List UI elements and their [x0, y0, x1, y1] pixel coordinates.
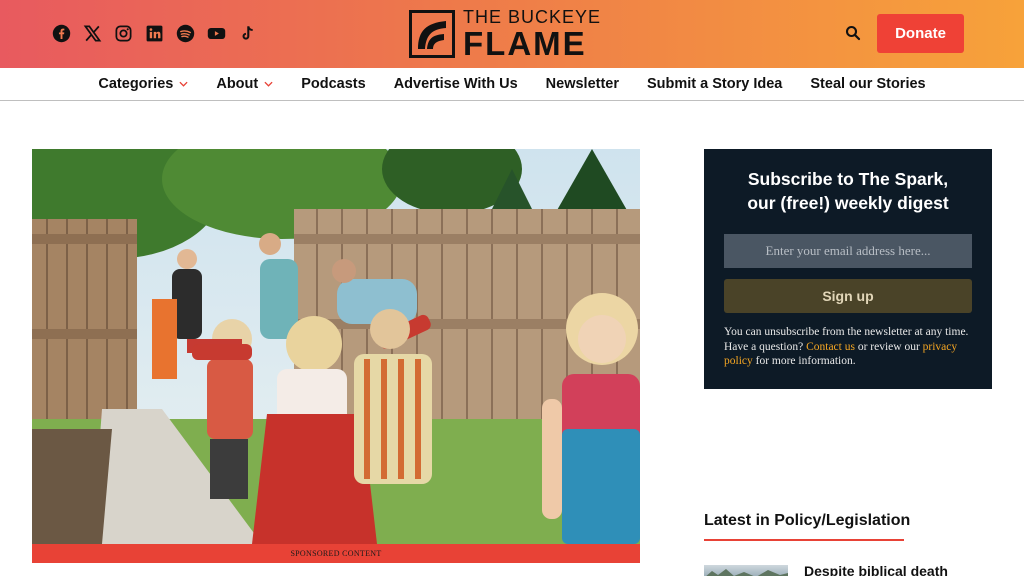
nav-item-label: Advertise With Us: [393, 76, 518, 92]
latest-section-title: Latest in Policy/Legislation: [704, 512, 911, 529]
x-icon[interactable]: [83, 24, 102, 43]
search-icon[interactable]: [844, 24, 862, 42]
newsletter-title-line1: Subscribe to The Spark,: [747, 169, 949, 189]
chevron-down-icon: [179, 81, 188, 87]
nav-item-podcasts[interactable]: Podcasts: [301, 76, 365, 92]
email-field[interactable]: [724, 234, 972, 268]
flame-logo-icon: [409, 10, 455, 58]
newsletter-title: Subscribe to The Spark, our (free!) week…: [704, 167, 992, 215]
nav-item-label: Categories: [98, 76, 174, 92]
brand-wordmark: THE BUCKEYE FLAME: [463, 8, 601, 60]
brand-top-text: THE BUCKEYE: [463, 7, 602, 27]
youtube-icon[interactable]: [207, 24, 226, 43]
sponsored-content-bar: SPONSORED CONTENT: [32, 544, 640, 563]
note-text-3: for more information.: [752, 355, 856, 367]
instagram-icon[interactable]: [114, 24, 133, 43]
spotify-icon[interactable]: [176, 24, 195, 43]
chevron-down-icon: [264, 81, 273, 87]
nav-item-label: About: [216, 76, 259, 92]
nav-item-label: Submit a Story Idea: [647, 76, 783, 92]
newsletter-title-line2: our (free!) weekly digest: [747, 193, 949, 213]
main-nav: Categories About Podcasts Advertise With…: [0, 68, 1024, 101]
donate-button[interactable]: Donate: [877, 14, 964, 53]
facebook-icon[interactable]: [52, 24, 71, 43]
nav-item-label: Podcasts: [301, 76, 366, 92]
nav-item-advertise[interactable]: Advertise With Us: [394, 76, 518, 92]
article-thumbnail[interactable]: [704, 565, 788, 576]
site-logo[interactable]: THE BUCKEYE FLAME: [409, 8, 603, 60]
nav-item-categories[interactable]: Categories: [98, 76, 188, 92]
contact-us-link[interactable]: Contact us: [806, 341, 855, 353]
nav-item-steal-stories[interactable]: Steal our Stories: [810, 76, 925, 92]
social-links: [52, 24, 257, 43]
linkedin-icon[interactable]: [145, 24, 164, 43]
nav-item-label: Newsletter: [545, 76, 619, 92]
nav-item-submit-story[interactable]: Submit a Story Idea: [647, 76, 782, 92]
newsletter-signup: Subscribe to The Spark, our (free!) week…: [704, 149, 992, 389]
site-header: THE BUCKEYE FLAME Donate: [0, 0, 1024, 68]
tiktok-icon[interactable]: [238, 24, 257, 43]
section-divider: [704, 539, 904, 541]
nav-item-label: Steal our Stories: [810, 76, 926, 92]
featured-image[interactable]: [32, 149, 640, 544]
article-headline-link[interactable]: Despite biblical death: [804, 563, 948, 576]
newsletter-note: You can unsubscribe from the newsletter …: [724, 325, 976, 369]
sign-up-button[interactable]: Sign up: [724, 279, 972, 313]
brand-bottom-text: FLAME: [463, 25, 587, 62]
note-text-2: or review our: [854, 340, 923, 353]
nav-item-about[interactable]: About: [216, 76, 273, 92]
nav-item-newsletter[interactable]: Newsletter: [546, 76, 619, 92]
